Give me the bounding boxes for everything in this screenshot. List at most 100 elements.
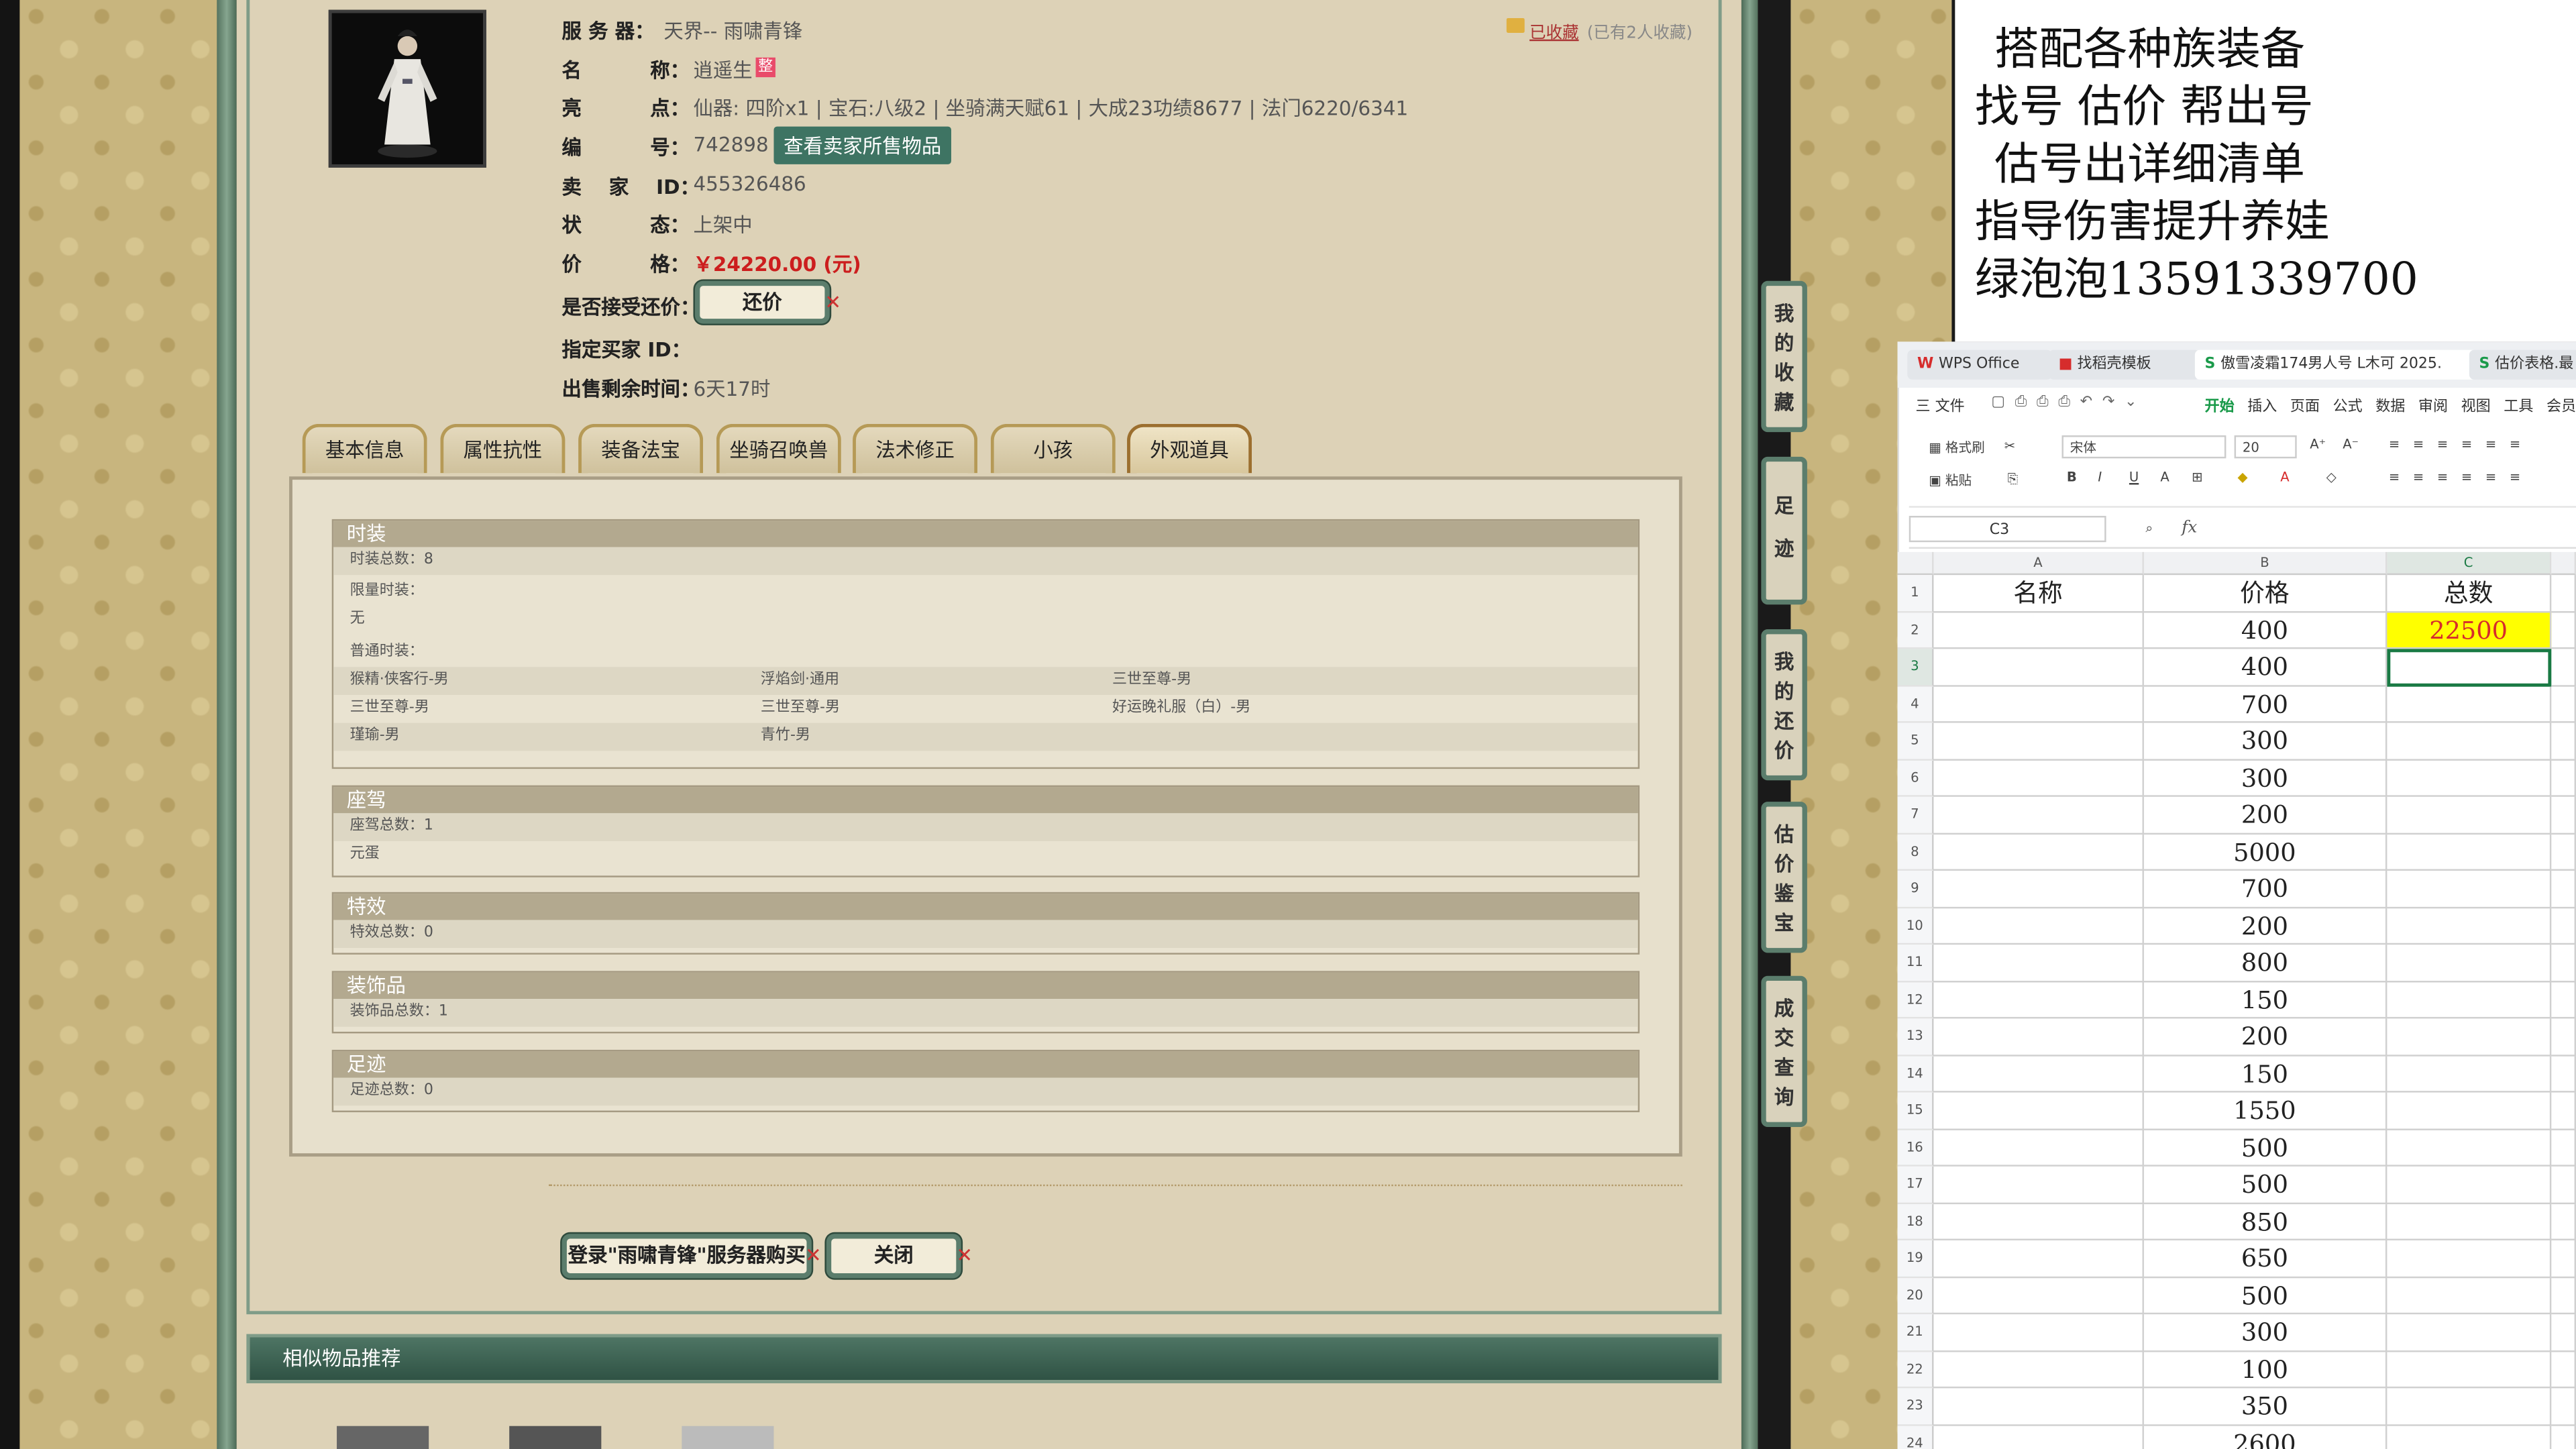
price-cell[interactable]: 200 — [2143, 908, 2387, 945]
underline-icon[interactable]: U — [2129, 470, 2139, 484]
cell[interactable] — [2387, 1240, 2552, 1278]
login-buy-button[interactable]: 登录"雨啸青锋"服务器购买 — [561, 1234, 812, 1279]
cell[interactable] — [2551, 1166, 2576, 1203]
row-header[interactable]: 3 — [1897, 649, 1934, 686]
font-grow-icon[interactable]: A⁺ — [2310, 437, 2326, 451]
cell[interactable] — [1933, 1351, 2144, 1389]
price-cell[interactable]: 400 — [2143, 612, 2387, 649]
price-cell[interactable]: 300 — [2143, 1314, 2387, 1352]
price-cell[interactable]: 700 — [2143, 686, 2387, 723]
header-cell[interactable]: 名称 — [1933, 575, 2144, 612]
price-cell[interactable]: 800 — [2143, 945, 2387, 982]
cell[interactable] — [2551, 1129, 2576, 1167]
font-name-select[interactable]: 宋体 — [2061, 435, 2226, 459]
column-header-c[interactable]: C — [2387, 551, 2552, 576]
side-nav-footprint[interactable]: 足迹 — [1761, 456, 1807, 605]
row-header[interactable]: 2 — [1897, 612, 1934, 649]
eraser-icon[interactable]: ◇ — [2326, 470, 2337, 484]
cell[interactable] — [2387, 1351, 2552, 1389]
font-shrink-icon[interactable]: A⁻ — [2343, 437, 2359, 451]
cell[interactable] — [2551, 1351, 2576, 1389]
tab-basic-info[interactable]: 基本信息 — [302, 423, 427, 474]
cut-icon[interactable]: ✂ — [2004, 439, 2015, 453]
menu-formula[interactable]: 公式 — [2333, 394, 2363, 415]
menu-page[interactable]: 页面 — [2290, 394, 2320, 415]
row-header[interactable]: 21 — [1897, 1314, 1934, 1352]
row-header[interactable]: 1 — [1897, 575, 1934, 612]
font-color-icon[interactable]: A — [2280, 470, 2289, 484]
cell[interactable] — [2551, 981, 2576, 1019]
make-offer-button[interactable]: 还价 — [694, 280, 830, 324]
format-painter-button[interactable]: ▦ 格式刷 — [1929, 439, 1985, 457]
price-cell[interactable]: 650 — [2143, 1240, 2387, 1278]
cell[interactable] — [2551, 1314, 2576, 1352]
row-header[interactable]: 18 — [1897, 1203, 1934, 1240]
cell[interactable] — [2551, 833, 2576, 871]
cell[interactable] — [1933, 1425, 2144, 1449]
cell[interactable] — [2387, 722, 2552, 760]
tab-mounts-pets[interactable]: 坐骑召唤兽 — [716, 423, 841, 474]
menu-member[interactable]: 会员 — [2546, 394, 2576, 415]
cell[interactable] — [2387, 1203, 2552, 1240]
align-horizontal-icons[interactable]: ≡≡≡≡≡≡ — [2389, 470, 2534, 484]
column-header-a[interactable]: A — [1933, 551, 2144, 576]
cell[interactable] — [2551, 759, 2576, 797]
bold-icon[interactable]: B — [2067, 470, 2077, 484]
price-cell[interactable]: 850 — [2143, 1203, 2387, 1240]
cell[interactable] — [2551, 1240, 2576, 1278]
side-nav-appraisal[interactable]: 估价鉴宝 — [1761, 802, 1807, 953]
cell[interactable] — [1933, 945, 2144, 982]
view-seller-items-button[interactable]: 查看卖家所售物品 — [773, 126, 952, 164]
cell[interactable] — [2551, 1055, 2576, 1093]
cell[interactable] — [1933, 759, 2144, 797]
row-header[interactable]: 5 — [1897, 722, 1934, 760]
price-cell[interactable]: 300 — [2143, 759, 2387, 797]
quick-toolbar-icons[interactable]: ▢⎙⎙⎙↶↷⌄ — [1991, 394, 2147, 411]
zoom-icon[interactable]: ⌕ — [2145, 521, 2153, 537]
cell[interactable] — [1933, 612, 2144, 649]
cell[interactable] — [1933, 908, 2144, 945]
cell[interactable] — [2387, 686, 2552, 723]
cell[interactable] — [2387, 1388, 2552, 1426]
cell[interactable] — [2387, 1277, 2552, 1315]
menu-file[interactable]: 三 文件 — [1916, 394, 1965, 415]
price-cell[interactable]: 150 — [2143, 981, 2387, 1019]
wps-tab-active-file[interactable]: S 傲雪凌霜174男人号 L木可 2025. — [2194, 350, 2478, 380]
price-cell[interactable]: 2600 — [2144, 1425, 2387, 1449]
price-cell[interactable]: 150 — [2143, 1055, 2387, 1093]
row-header[interactable]: 17 — [1897, 1166, 1934, 1203]
formula-input[interactable] — [2210, 516, 2576, 542]
cell[interactable] — [1933, 1240, 2144, 1278]
cell[interactable] — [1933, 1018, 2144, 1056]
row-header[interactable]: 16 — [1897, 1129, 1934, 1167]
italic-icon[interactable]: I — [2098, 470, 2102, 484]
row-header[interactable]: 10 — [1897, 908, 1934, 945]
row-header[interactable]: 24 — [1897, 1425, 1934, 1449]
cell[interactable] — [1933, 1129, 2144, 1167]
cell[interactable] — [2387, 796, 2552, 834]
cell[interactable] — [2387, 1425, 2552, 1449]
price-cell[interactable]: 400 — [2143, 649, 2387, 686]
cell[interactable] — [2387, 945, 2552, 982]
row-header[interactable]: 23 — [1897, 1388, 1934, 1426]
menu-view[interactable]: 视图 — [2461, 394, 2491, 415]
selected-cell[interactable] — [2387, 649, 2552, 686]
cell[interactable] — [2551, 722, 2576, 760]
close-button[interactable]: 关闭 — [826, 1234, 961, 1279]
cell[interactable] — [2551, 575, 2576, 612]
cell[interactable] — [1933, 1314, 2144, 1352]
border-icon[interactable]: ⊞ — [2192, 470, 2202, 484]
price-cell[interactable]: 500 — [2143, 1277, 2387, 1315]
menu-insert[interactable]: 插入 — [2247, 394, 2277, 415]
header-cell[interactable]: 价格 — [2143, 575, 2387, 612]
cell[interactable] — [2387, 833, 2552, 871]
total-cell[interactable]: 22500 — [2387, 612, 2552, 649]
cell[interactable] — [2551, 796, 2576, 834]
character-portrait[interactable] — [328, 9, 486, 168]
menu-review[interactable]: 审阅 — [2418, 394, 2448, 415]
cell[interactable] — [1933, 870, 2144, 908]
row-header[interactable]: 4 — [1897, 686, 1934, 723]
menu-tools[interactable]: 工具 — [2504, 394, 2533, 415]
row-header[interactable]: 20 — [1897, 1277, 1934, 1315]
column-header-d[interactable] — [2551, 551, 2576, 576]
